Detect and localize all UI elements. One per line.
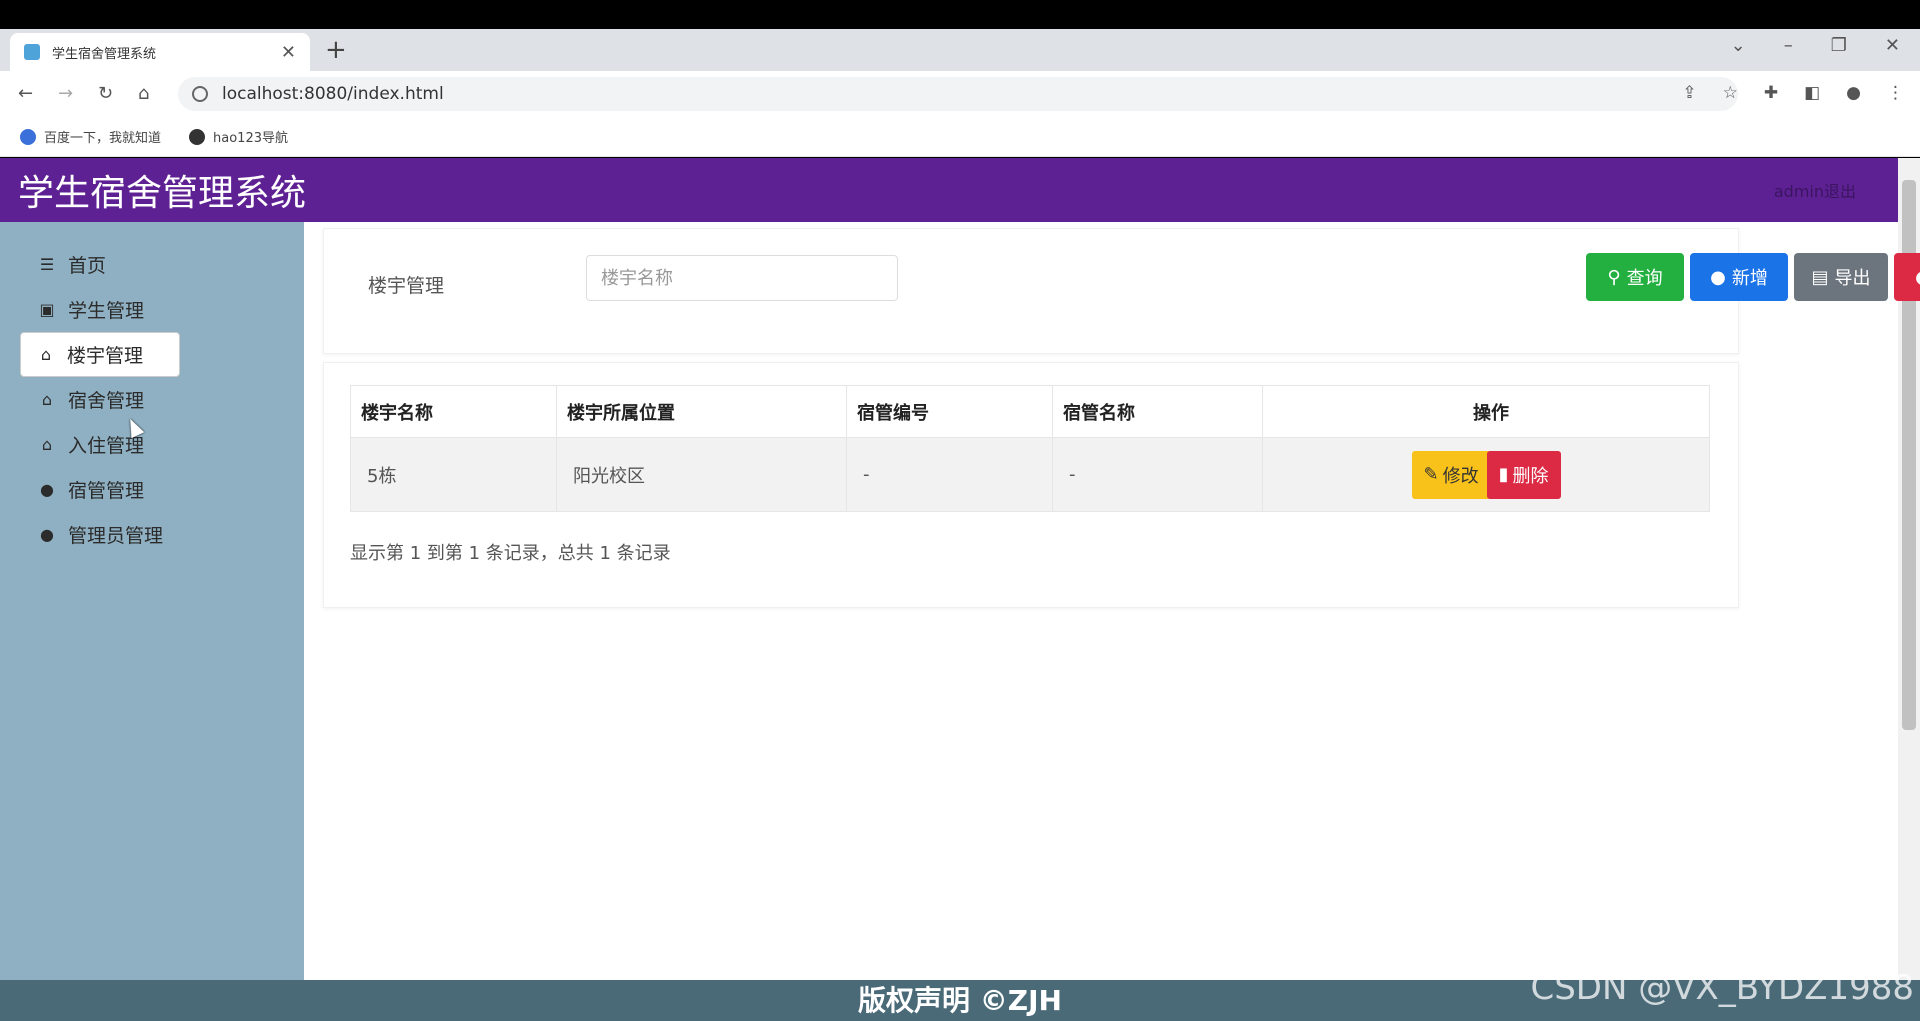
import-user-icon: ● [1915,267,1920,288]
browser-menu-icon[interactable]: ⋮ [1887,83,1904,103]
home-icon: ⌂ [41,390,53,409]
bookmarks-bar: 百度一下，我就知道 hao123导航 [0,117,1920,157]
cell-manager-id: - [846,437,1053,512]
file-export-icon: ▤ [1811,266,1829,288]
col-location[interactable]: 楼宇所属位置 [556,385,847,438]
table-panel: 楼宇名称 楼宇所属位置 宿管编号 宿管名称 操作 5栋 阳光校区 - - ✎ 修… [323,362,1739,608]
window-controls: ⌄ – ❐ ✕ [1731,35,1900,56]
building-icon: ⌂ [40,345,52,364]
id-card-icon: ▣ [39,300,55,319]
import-button[interactable]: ● 导入 [1894,253,1920,301]
maximize-icon[interactable]: ❐ [1831,35,1847,56]
trash-icon: ▮ [1498,464,1509,485]
bookmark-hao123[interactable]: hao123导航 [189,127,288,146]
profile-icon[interactable]: ● [1846,83,1861,103]
table-row: 5栋 阳光校区 - - ✎ 修改 ▮ 删除 [350,437,1710,512]
pencil-icon: ✎ [1423,464,1439,485]
search-icon: ⚲ [1607,266,1621,288]
col-building-name[interactable]: 楼宇名称 [350,385,557,438]
share-icon[interactable]: ⇪ [1682,83,1696,103]
screen-top-bar [0,0,1920,29]
app-title: 学生宿舍管理系统 [18,173,307,214]
url-text: localhost:8080/index.html [222,84,444,104]
side-panel-icon[interactable]: ◧ [1804,83,1820,103]
watermark: CSDN @VX_BYDZ1988 [1530,968,1914,1008]
query-label: 查询 [1626,268,1663,289]
omnibox[interactable]: localhost:8080/index.html [178,77,1738,111]
user-icon: ● [40,525,54,544]
tab-title: 学生宿舍管理系统 [52,46,157,62]
sidebar-item-dorm-managers[interactable]: ● 宿管管理 [0,467,304,512]
edit-label: 修改 [1442,465,1479,487]
export-label: 导出 [1834,268,1871,289]
minimize-icon[interactable]: – [1784,35,1793,56]
col-manager-id[interactable]: 宿管编号 [846,385,1053,438]
menu-icon: ☰ [39,255,55,274]
copyright-text: 版权声明 ©ZJH [858,984,1062,1017]
sidebar-item-checkin[interactable]: ⌂ 入住管理 [0,422,304,467]
favicon-icon [24,44,40,60]
pagination-info: 显示第 1 到第 1 条记录，总共 1 条记录 [350,543,671,564]
logout-link[interactable]: admin退出 [1774,178,1856,202]
sidebar-item-label: 楼宇管理 [67,345,144,367]
home-icon[interactable]: ⌂ [138,83,149,104]
search-label: 楼宇管理 [368,275,445,297]
col-manager-name[interactable]: 宿管名称 [1052,385,1263,438]
back-icon[interactable]: ← [18,83,33,104]
edit-button[interactable]: ✎ 修改 [1411,450,1491,499]
main-content: 楼宇管理 ⚲ 查询 ● 新增 ▤ 导出 ● 导入 楼宇名称 楼宇所属位置 [304,222,1920,980]
delete-label: 删除 [1512,465,1549,487]
bookmark-label: hao123导航 [213,131,288,146]
sidebar-item-label: 宿舍管理 [68,390,145,412]
extensions-icon[interactable]: ✚ [1764,83,1778,103]
forward-icon[interactable]: → [58,83,73,104]
close-window-icon[interactable]: ✕ [1885,35,1900,56]
sidebar-item-label: 首页 [68,255,107,277]
address-bar-row: ← → ↻ ⌂ localhost:8080/index.html ⇪ ☆ ✚ … [0,71,1920,117]
sidebar-item-admins[interactable]: ● 管理员管理 [0,512,304,557]
sidebar-item-label: 管理员管理 [68,525,164,547]
col-actions: 操作 [1262,385,1710,438]
browser-tab-strip: 学生宿舍管理系统 ✕ + ⌄ – ❐ ✕ [0,29,1920,71]
cell-actions: ✎ 修改 ▮ 删除 [1262,437,1710,512]
cell-building-name: 5栋 [350,437,557,512]
toolbar-icons: ⇪ ☆ ✚ ◧ ● ⋮ [1682,83,1904,103]
table-header-row: 楼宇名称 楼宇所属位置 宿管编号 宿管名称 操作 [350,385,1710,438]
delete-button[interactable]: ▮ 删除 [1486,450,1561,499]
add-user-icon: ● [1710,266,1726,288]
bookmark-label: 百度一下，我就知道 [44,131,162,146]
bookmark-baidu[interactable]: 百度一下，我就知道 [20,127,161,146]
add-button[interactable]: ● 新增 [1690,253,1788,301]
add-label: 新增 [1731,268,1768,289]
cell-manager-name: - [1052,437,1263,512]
sidebar-item-dorms[interactable]: ⌂ 宿舍管理 [0,377,304,422]
tab-search-icon[interactable]: ⌄ [1731,35,1746,56]
app-header: 学生宿舍管理系统 admin退出 [0,158,1898,222]
user-icon: ● [40,480,54,499]
home-icon: ⌂ [41,435,53,454]
sidebar-item-buildings[interactable]: ⌂ 楼宇管理 [20,332,180,377]
export-button[interactable]: ▤ 导出 [1794,253,1888,301]
reload-icon[interactable]: ↻ [98,83,113,104]
baidu-icon [20,128,36,145]
sidebar: ☰ 首页 ▣ 学生管理 ⌂ 楼宇管理 ⌂ 宿舍管理 ⌂ 入住管理 ● 宿管管理 … [0,222,304,980]
sidebar-item-home[interactable]: ☰ 首页 [0,242,304,287]
building-name-input[interactable] [586,255,898,301]
sidebar-item-label: 宿管管理 [68,480,145,502]
buildings-table: 楼宇名称 楼宇所属位置 宿管编号 宿管名称 操作 5栋 阳光校区 - - ✎ 修… [350,385,1710,512]
browser-tab[interactable]: 学生宿舍管理系统 ✕ [10,33,310,71]
sidebar-item-students[interactable]: ▣ 学生管理 [0,287,304,332]
globe-icon [189,128,206,145]
bookmark-star-icon[interactable]: ☆ [1723,83,1738,103]
new-tab-button[interactable]: + [325,35,347,65]
query-button[interactable]: ⚲ 查询 [1586,253,1684,301]
close-tab-icon[interactable]: ✕ [281,42,296,63]
sidebar-item-label: 学生管理 [68,300,145,322]
search-panel: 楼宇管理 ⚲ 查询 ● 新增 ▤ 导出 ● 导入 [323,228,1920,354]
cell-location: 阳光校区 [556,437,847,512]
site-info-icon[interactable] [192,86,208,102]
